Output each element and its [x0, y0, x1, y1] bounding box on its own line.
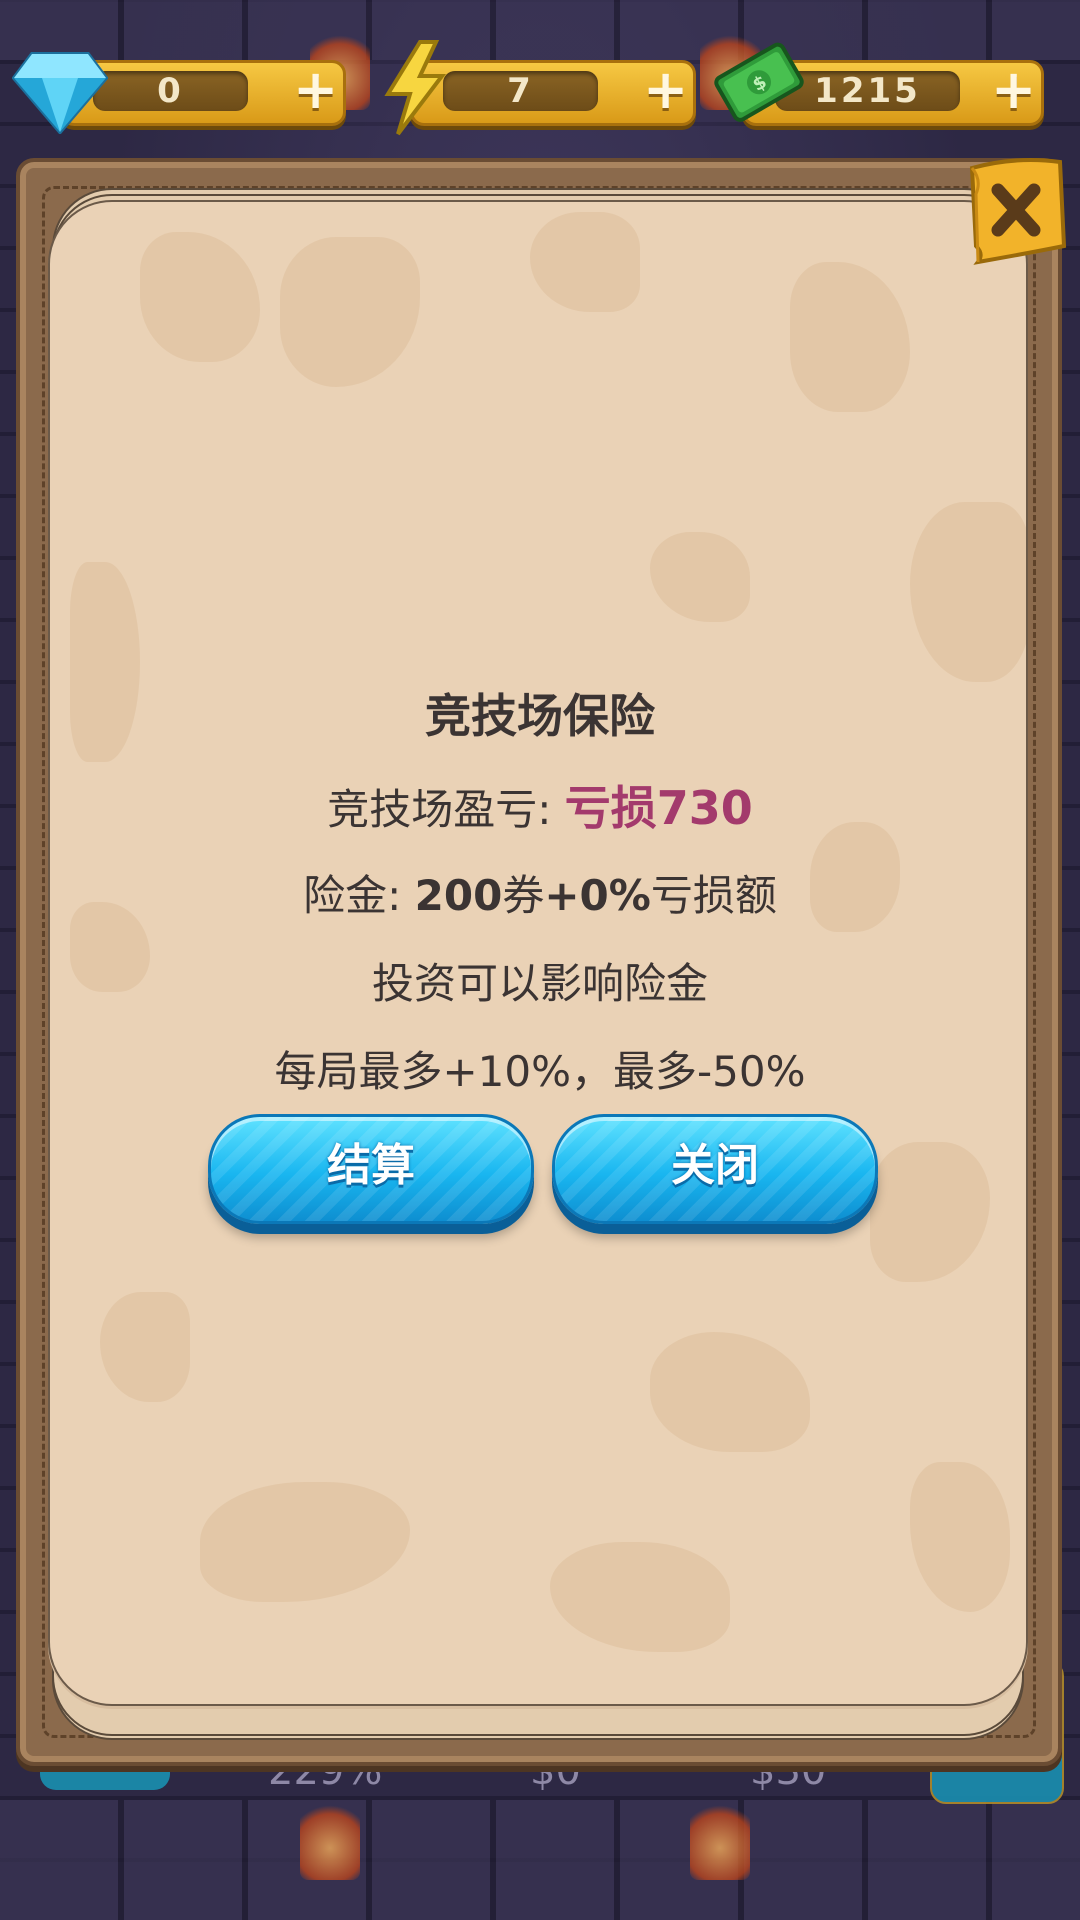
arena-pnl-line: 竞技场盈亏: 亏损730 [0, 772, 1080, 838]
lightning-icon [384, 40, 447, 136]
energy-counter: 7 + [410, 60, 696, 126]
note-investment: 投资可以影响险金 [371, 959, 708, 1008]
arena-pnl-value: 亏损730 [564, 781, 753, 835]
cash-icon: $ [714, 42, 804, 122]
premium-pct: 0% [579, 871, 651, 920]
dialog-title: 竞技场保险 [425, 689, 655, 743]
close-button[interactable]: 关闭 [552, 1114, 878, 1224]
premium-suffix: 亏损额 [650, 871, 777, 920]
add-gems-button[interactable]: + [293, 63, 338, 117]
premium-plus: + [544, 871, 580, 920]
add-energy-button[interactable]: + [643, 63, 688, 117]
settle-button[interactable]: 结算 [208, 1114, 534, 1224]
note-limits: 每局最多+10%，最多-50% [274, 1047, 806, 1096]
energy-value: 7 [443, 71, 598, 111]
arena-pnl-label: 竞技场盈亏: [327, 785, 565, 834]
add-cash-button[interactable]: + [991, 63, 1036, 117]
premium-amount: 200 [414, 871, 503, 920]
close-icon[interactable] [964, 150, 1068, 274]
currency-bar: 0 + 7 + 1215 + $ [0, 40, 1080, 150]
gems-value: 0 [93, 71, 248, 111]
premium-label: 险金: [303, 871, 415, 920]
premium-unit: 券 [502, 871, 545, 920]
diamond-icon [12, 52, 108, 134]
premium-line: 险金: 200券+0%亏损额 [0, 862, 1080, 923]
